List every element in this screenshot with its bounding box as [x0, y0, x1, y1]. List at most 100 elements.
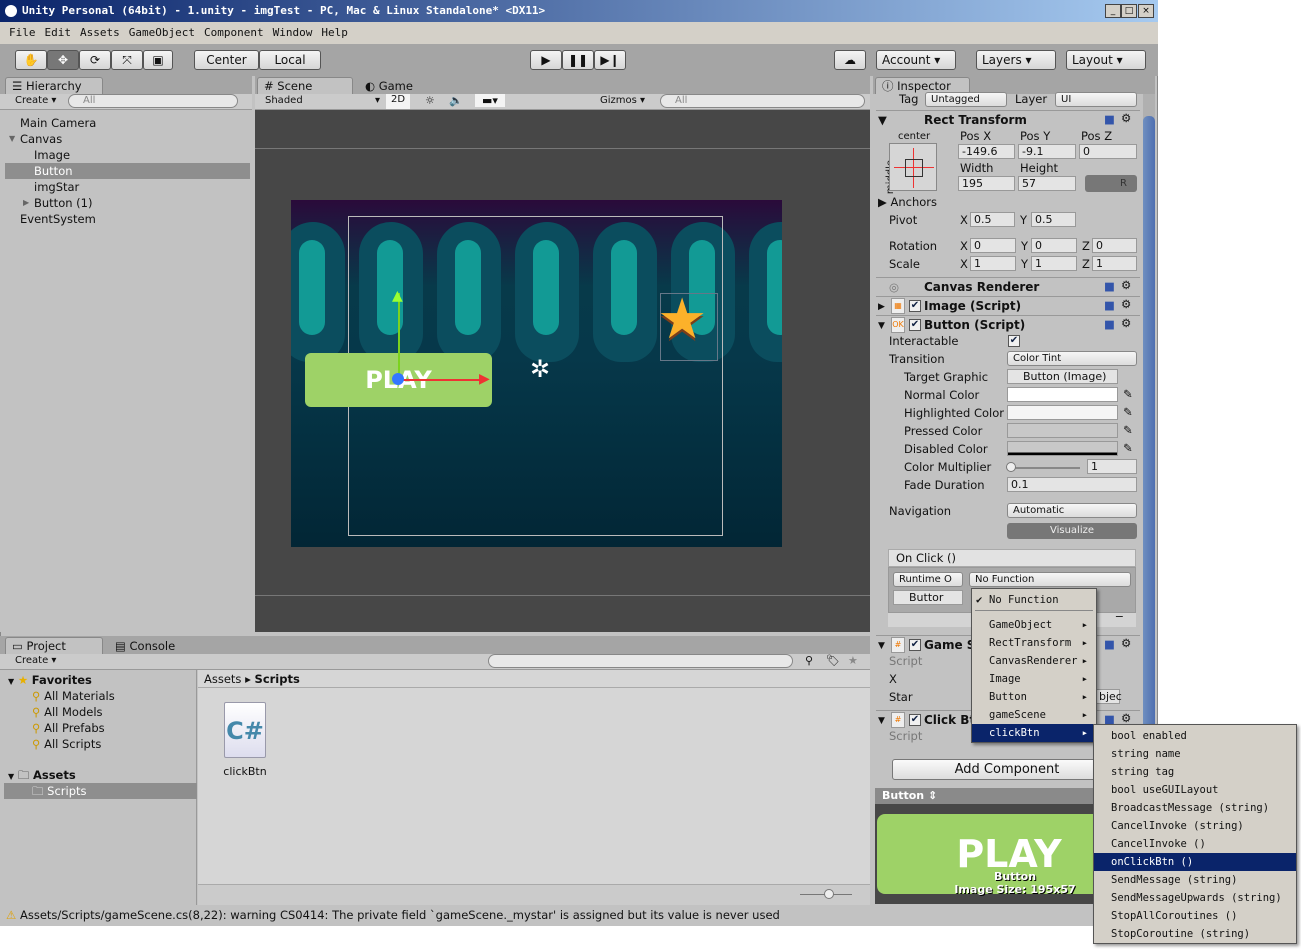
pivot-y-field[interactable]: 0.5 [1031, 212, 1076, 227]
tab-project[interactable]: ▭ Project [5, 637, 103, 655]
height-field[interactable]: 57 [1018, 176, 1076, 191]
pivot-center-button[interactable]: Center [194, 50, 259, 70]
menu-item-no-function[interactable]: ✔ No Function [972, 589, 1096, 607]
foldout-arrow-icon[interactable]: ▼ [878, 319, 885, 333]
menu-item-gameobject[interactable]: GameObject ▸ [972, 616, 1096, 634]
menu-file[interactable]: File [9, 26, 36, 39]
scripts-folder[interactable]: 🗀 Scripts [4, 783, 197, 799]
project-search-input[interactable] [488, 654, 793, 668]
menu-item-gamescene[interactable]: gameScene ▸ [972, 706, 1096, 724]
game-scene-enabled-checkbox[interactable]: ✔ [909, 639, 921, 651]
rotation-z-field[interactable]: 0 [1092, 238, 1137, 253]
help-icon[interactable]: ■ [1104, 317, 1115, 331]
hierarchy-item[interactable]: EventSystem [5, 211, 250, 227]
layout-dropdown[interactable]: Layout ▾ [1066, 50, 1146, 70]
expanded-arrow-icon[interactable]: ▼ [9, 131, 15, 147]
foldout-arrow-icon[interactable]: ▼ [878, 113, 887, 127]
gear-icon[interactable]: ⚙ [1121, 278, 1131, 292]
filter-label-icon[interactable]: 🏷 [826, 654, 840, 667]
scale-y-field[interactable]: 1 [1031, 256, 1077, 271]
effects-icon[interactable]: ▬▾ [475, 94, 505, 107]
help-icon[interactable]: ■ [1104, 112, 1115, 126]
function-dropdown[interactable]: No Function [969, 572, 1131, 587]
slider-thumb[interactable] [1006, 462, 1016, 472]
menu-item-canvasrenderer[interactable]: CanvasRenderer ▸ [972, 652, 1096, 670]
slider-thumb[interactable] [824, 889, 834, 899]
create-dropdown[interactable]: Create ▾ [15, 655, 56, 666]
favorite-item[interactable]: ⚲ All Scripts [4, 736, 197, 752]
step-button[interactable]: ▶❙ [594, 50, 626, 70]
shading-dropdown[interactable]: Shaded ▾ [265, 95, 380, 106]
submenu-item[interactable]: onClickBtn () [1094, 853, 1296, 871]
pivot-x-field[interactable]: 0.5 [970, 212, 1015, 227]
menu-gameobject[interactable]: GameObject [129, 26, 195, 39]
scene-view[interactable]: PLAY ▲ ▶ ✲ ★ [255, 110, 870, 632]
tab-game[interactable]: ◐ Game [365, 79, 413, 93]
gear-icon[interactable]: ⚙ [1121, 316, 1131, 330]
csharp-file-icon[interactable]: C# [224, 702, 266, 758]
tab-hierarchy[interactable]: ☰ Hierarchy [5, 77, 103, 95]
expanded-arrow-icon[interactable]: ▼ [8, 677, 14, 686]
move-gizmo-y-axis[interactable] [398, 293, 400, 378]
lighting-icon[interactable]: ☼ [425, 94, 435, 107]
scale-tool-button[interactable]: ⤧ [111, 50, 143, 70]
hierarchy-item[interactable]: imgStar [5, 179, 250, 195]
pressed-color-swatch[interactable] [1007, 423, 1118, 438]
scene-search-input[interactable]: All [660, 94, 865, 108]
move-gizmo-x-axis[interactable] [398, 379, 483, 381]
menu-assets[interactable]: Assets [80, 26, 120, 39]
rotation-x-field[interactable]: 0 [970, 238, 1016, 253]
menu-component[interactable]: Component [204, 26, 264, 39]
pivot-handle[interactable] [392, 373, 404, 385]
color-multiplier-slider[interactable] [1010, 467, 1080, 469]
close-button[interactable]: × [1138, 4, 1154, 18]
scale-x-field[interactable]: 1 [970, 256, 1016, 271]
favorite-item[interactable]: ⚲ All Prefabs [4, 720, 197, 736]
gizmos-dropdown[interactable]: Gizmos ▾ [600, 95, 645, 106]
hierarchy-item[interactable]: Image [5, 147, 250, 163]
remove-button[interactable]: − [1115, 610, 1124, 623]
foldout-arrow-icon[interactable]: ▶ [878, 300, 885, 314]
submenu-item[interactable]: CancelInvoke () [1094, 835, 1296, 853]
submenu-item[interactable]: bool useGUILayout [1094, 781, 1296, 799]
highlighted-color-swatch[interactable] [1007, 405, 1118, 420]
hand-tool-button[interactable]: ✋ [15, 50, 47, 70]
rotate-tool-button[interactable]: ⟳ [79, 50, 111, 70]
object-field[interactable]: Buttor [893, 590, 963, 605]
layers-dropdown[interactable]: Layers ▾ [976, 50, 1056, 70]
move-tool-button[interactable]: ✥ [47, 50, 79, 70]
normal-color-swatch[interactable] [1007, 387, 1118, 402]
hierarchy-item[interactable]: Button [5, 163, 250, 179]
menu-help[interactable]: Help [321, 26, 348, 39]
visualize-button[interactable]: Visualize [1007, 523, 1137, 539]
menu-item-image[interactable]: Image ▸ [972, 670, 1096, 688]
posx-field[interactable]: -149.6 [958, 144, 1015, 159]
hierarchy-item[interactable]: ▼ Canvas [5, 131, 250, 147]
raw-edit-button[interactable]: R [1085, 175, 1137, 192]
x-arrow-icon[interactable]: ▶ [479, 371, 490, 387]
hierarchy-search-input[interactable]: All [68, 94, 238, 108]
target-graphic-field[interactable]: Button (Image) [1007, 369, 1118, 384]
favorite-item[interactable]: ⚲ All Models [4, 704, 197, 720]
transition-dropdown[interactable]: Color Tint [1007, 351, 1137, 366]
rect-transform-header[interactable]: Rect Transform [876, 110, 1140, 128]
rect-tool-button[interactable]: ▣ [143, 50, 173, 70]
anchors-foldout[interactable]: ▶ Anchors [878, 195, 937, 209]
scale-z-field[interactable]: 1 [1092, 256, 1137, 271]
favorite-item[interactable]: ⚲ All Materials [4, 688, 197, 704]
file-name[interactable]: clickBtn [216, 765, 274, 778]
account-dropdown[interactable]: Account ▾ [876, 50, 956, 70]
menu-item-button[interactable]: Button ▸ [972, 688, 1096, 706]
click-btn-enabled-checkbox[interactable]: ✔ [909, 714, 921, 726]
submenu-item[interactable]: SendMessageUpwards (string) [1094, 889, 1296, 907]
menu-edit[interactable]: Edit [45, 26, 72, 39]
submenu-item[interactable]: StopCoroutine (string) [1094, 925, 1296, 943]
hierarchy-item[interactable]: ▶ Button (1) [5, 195, 250, 211]
tab-console[interactable]: ▤ Console [115, 639, 175, 653]
2d-toggle[interactable]: 2D [386, 94, 410, 109]
breadcrumb-assets[interactable]: Assets [204, 672, 241, 686]
pause-button[interactable]: ❚❚ [562, 50, 594, 70]
star-field[interactable]: bjec [1095, 689, 1122, 704]
status-bar[interactable]: ⚠ Assets/Scripts/gameScene.cs(8,22): war… [0, 905, 1158, 926]
canvas-renderer-header[interactable]: Canvas Renderer [876, 277, 1140, 295]
